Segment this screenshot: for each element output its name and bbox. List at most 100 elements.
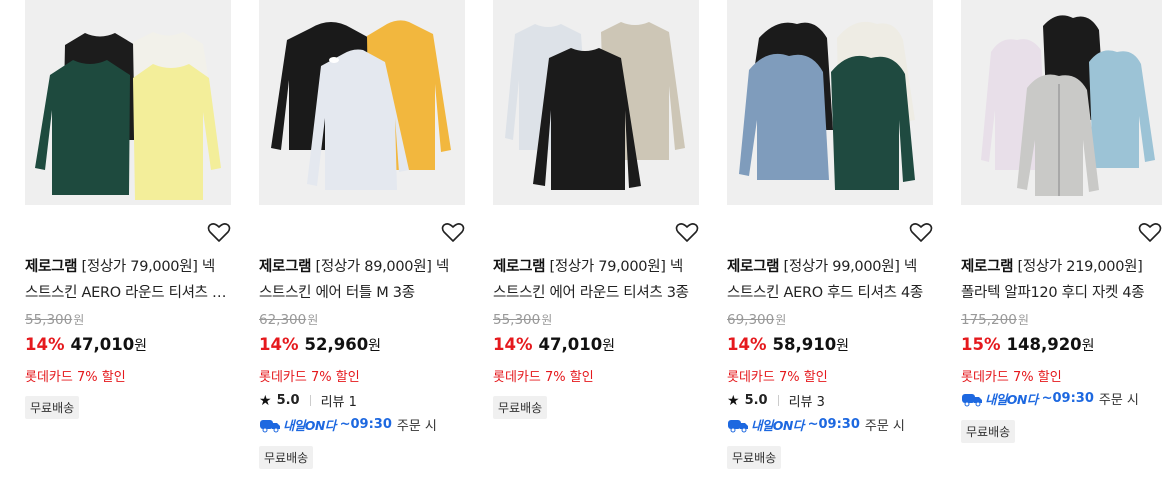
product-card[interactable]: 제로그램 [정상가 99,000원] 넥 스트스킨 AERO 후드 티셔츠 4종… xyxy=(727,0,933,482)
product-image[interactable] xyxy=(961,0,1162,205)
brand-name: 제로그램 xyxy=(25,259,78,275)
brand-name: 제로그램 xyxy=(961,259,1014,275)
truck-icon xyxy=(962,393,982,406)
star-icon: ★ xyxy=(727,392,740,409)
title-line2: 스트스킨 AERO 라운드 티셔츠 4종 xyxy=(25,285,231,301)
delivery-suffix: 주문 시 xyxy=(396,419,437,434)
wishlist-heart-icon[interactable] xyxy=(909,221,933,243)
rating-row[interactable]: ★ 5.0 리뷰 1 xyxy=(259,391,357,411)
product-image[interactable] xyxy=(493,0,699,205)
discount-rate: 14% xyxy=(259,335,299,354)
divider xyxy=(309,395,311,406)
wishlist-heart-icon[interactable] xyxy=(1138,221,1162,243)
title-line2: 스트스킨 에어 라운드 티셔츠 3종 xyxy=(493,285,689,301)
won-unit: 원 xyxy=(73,313,85,327)
sale-price: 14% 52,960원 xyxy=(259,335,381,355)
product-card[interactable]: 제로그램 [정상가 79,000원] 넥 스트스킨 AERO 라운드 티셔츠 4… xyxy=(25,0,231,482)
jacket-image xyxy=(981,15,1155,196)
product-title[interactable]: 제로그램 [정상가 99,000원] 넥 스트스킨 AERO 후드 티셔츠 4종 xyxy=(727,254,933,306)
shirt-image xyxy=(35,32,221,200)
product-card[interactable]: 제로그램 [정상가 79,000원] 넥 스트스킨 에어 라운드 티셔츠 3종 … xyxy=(493,0,699,482)
product-card[interactable]: 제로그램 [정상가 89,000원] 넥 스트스킨 에어 터틀 M 3종 62,… xyxy=(259,0,465,482)
rating-row[interactable]: ★ 5.0 리뷰 3 xyxy=(727,391,825,411)
title-line2: 스트스킨 에어 터틀 M 3종 xyxy=(259,285,415,301)
product-image[interactable] xyxy=(25,0,231,205)
free-shipping-badge: 무료배송 xyxy=(259,446,314,469)
shirt-image xyxy=(739,21,915,190)
product-card[interactable]: 제로그램 [정상가 219,000원] 폴라텍 알파120 후디 자켓 4종 1… xyxy=(961,0,1162,482)
brand-name: 제로그램 xyxy=(727,259,780,275)
brand-name: 제로그램 xyxy=(493,259,546,275)
delivery-logo: 내일ON다 xyxy=(961,389,1038,408)
free-shipping-badge: 무료배송 xyxy=(25,396,80,419)
price-value: 58,910 xyxy=(772,335,837,354)
sale-price: 14% 47,010원 xyxy=(25,335,147,355)
title-line1: [정상가 219,000원] xyxy=(1017,259,1143,275)
won-unit: 원 xyxy=(134,338,148,354)
divider xyxy=(777,395,779,406)
product-title[interactable]: 제로그램 [정상가 79,000원] 넥 스트스킨 에어 라운드 티셔츠 3종 xyxy=(493,254,699,306)
original-price-value: 69,300 xyxy=(727,312,775,328)
delivery-label: 내일ON다 xyxy=(283,418,336,433)
free-shipping-badge: 무료배송 xyxy=(727,446,782,469)
won-unit: 원 xyxy=(836,338,850,354)
product-title[interactable]: 제로그램 [정상가 219,000원] 폴라텍 알파120 후디 자켓 4종 xyxy=(961,254,1162,306)
product-title[interactable]: 제로그램 [정상가 79,000원] 넥 스트스킨 AERO 라운드 티셔츠 4… xyxy=(25,254,231,306)
sale-price: 14% 58,910원 xyxy=(727,335,849,355)
card-promo: 롯데카드 7% 할인 xyxy=(259,370,360,385)
product-image[interactable] xyxy=(727,0,933,205)
price-value: 47,010 xyxy=(538,335,603,354)
review-count: 리뷰 3 xyxy=(788,395,825,410)
original-price: 175,200원 xyxy=(961,311,1029,328)
title-line1: [정상가 79,000원] 넥 xyxy=(549,259,683,275)
original-price-value: 62,300 xyxy=(259,312,307,328)
original-price-value: 175,200 xyxy=(961,312,1017,328)
won-unit: 원 xyxy=(1017,313,1029,327)
star-icon: ★ xyxy=(259,392,272,409)
sale-price: 15% 148,920원 xyxy=(961,335,1095,355)
won-unit: 원 xyxy=(602,338,616,354)
price-value: 47,010 xyxy=(70,335,135,354)
title-line1: [정상가 99,000원] 넥 xyxy=(783,259,917,275)
original-price: 55,300원 xyxy=(25,311,84,328)
rating-score: 5.0 xyxy=(276,393,300,408)
won-unit: 원 xyxy=(307,313,319,327)
discount-rate: 14% xyxy=(493,335,533,354)
product-image[interactable] xyxy=(259,0,465,205)
shirt-image xyxy=(505,22,685,190)
delivery-label: 내일ON다 xyxy=(985,392,1038,407)
price-value: 148,920 xyxy=(1006,335,1082,354)
review-count: 리뷰 1 xyxy=(320,395,357,410)
original-price: 55,300원 xyxy=(493,311,552,328)
price-value: 52,960 xyxy=(304,335,369,354)
delivery-label: 내일ON다 xyxy=(751,418,804,433)
delivery-suffix: 주문 시 xyxy=(1098,393,1139,408)
discount-rate: 15% xyxy=(961,335,1001,354)
card-promo: 롯데카드 7% 할인 xyxy=(25,370,126,385)
wishlist-heart-icon[interactable] xyxy=(441,221,465,243)
product-title[interactable]: 제로그램 [정상가 89,000원] 넥 스트스킨 에어 터틀 M 3종 xyxy=(259,254,465,306)
delivery-suffix: 주문 시 xyxy=(864,419,905,434)
won-unit: 원 xyxy=(541,313,553,327)
delivery-cutoff-time: ~09:30 xyxy=(807,417,860,432)
delivery-cutoff-time: ~09:30 xyxy=(339,417,392,432)
won-unit: 원 xyxy=(1081,338,1095,354)
delivery-logo: 내일ON다 xyxy=(259,415,336,434)
delivery-info: 내일ON다 ~09:30 주문 시 xyxy=(961,389,1139,408)
original-price-value: 55,300 xyxy=(25,312,73,328)
original-price-value: 55,300 xyxy=(493,312,541,328)
sale-price: 14% 47,010원 xyxy=(493,335,615,355)
title-line2: 폴라텍 알파120 후디 자켓 4종 xyxy=(961,285,1145,301)
free-shipping-badge: 무료배송 xyxy=(493,396,548,419)
original-price: 62,300원 xyxy=(259,311,318,328)
wishlist-heart-icon[interactable] xyxy=(207,221,231,243)
card-promo: 롯데카드 7% 할인 xyxy=(493,370,594,385)
won-unit: 원 xyxy=(775,313,787,327)
shirt-image xyxy=(271,20,451,190)
brand-name: 제로그램 xyxy=(259,259,312,275)
card-promo: 롯데카드 7% 할인 xyxy=(727,370,828,385)
delivery-cutoff-time: ~09:30 xyxy=(1041,391,1094,406)
wishlist-heart-icon[interactable] xyxy=(675,221,699,243)
delivery-logo: 내일ON다 xyxy=(727,415,804,434)
title-line2: 스트스킨 AERO 후드 티셔츠 4종 xyxy=(727,285,923,301)
